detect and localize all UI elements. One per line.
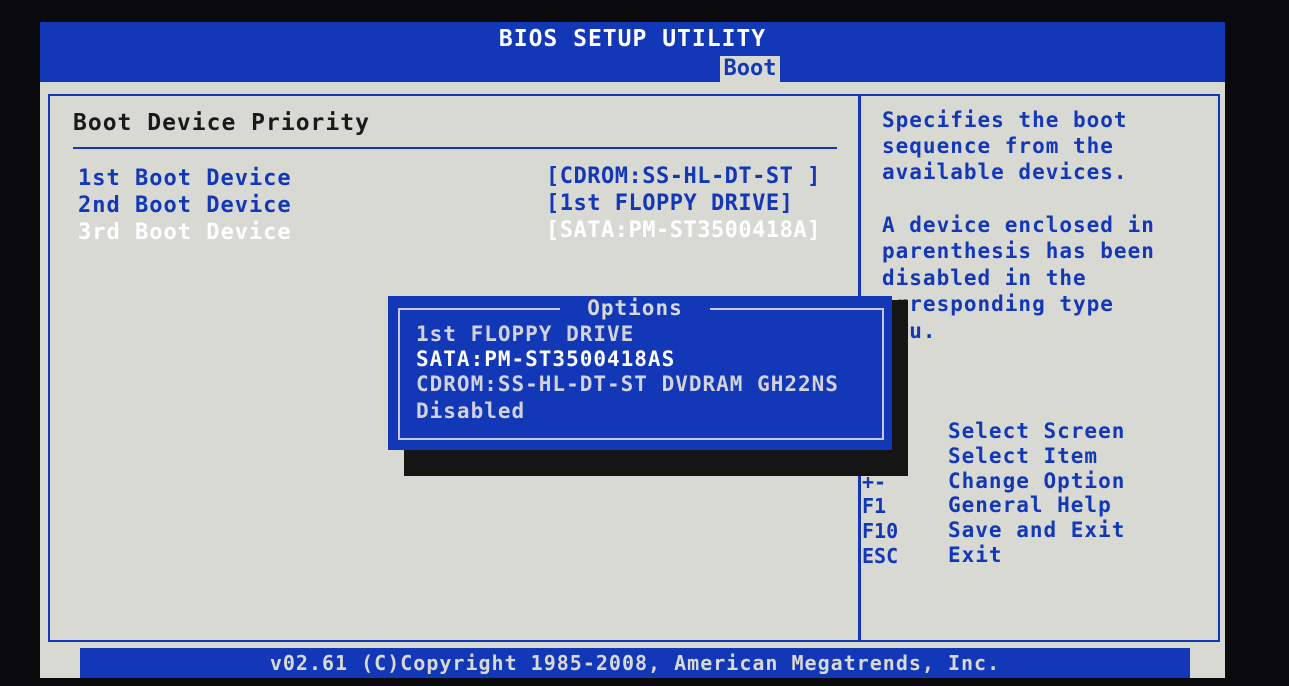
help-text-line: A device enclosed in [882, 213, 1155, 237]
key-description: Select Item [948, 444, 1099, 468]
help-text-line: sequence from the [882, 134, 1114, 158]
help-text-line: available devices. [882, 160, 1128, 184]
boot-device-3-label[interactable]: 3rd Boot Device [78, 220, 292, 245]
boot-device-3-value[interactable]: [SATA:PM-ST3500418A] [546, 218, 821, 243]
key-label: F10 [862, 519, 899, 543]
boot-device-2-value[interactable]: [1st FLOPPY DRIVE] [546, 191, 793, 216]
key-description: General Help [948, 493, 1112, 517]
boot-device-1-value[interactable]: [CDROM:SS-HL-DT-ST ] [546, 164, 821, 189]
option-item-selected[interactable]: SATA:PM-ST3500418AS [416, 347, 675, 371]
option-item[interactable]: Disabled [416, 399, 525, 423]
key-description: Change Option [948, 469, 1126, 493]
boot-device-1-label[interactable]: 1st Boot Device [78, 166, 292, 191]
key-description: Select Screen [948, 419, 1126, 443]
tab-boot[interactable]: Boot [720, 56, 780, 82]
key-label: F1 [862, 494, 887, 518]
key-description: Save and Exit [948, 518, 1126, 542]
help-text-line: disabled in the [882, 266, 1087, 290]
key-description: Exit [948, 543, 1003, 567]
popup-title: Options [587, 296, 683, 320]
help-text-line: parenthesis has been [882, 239, 1155, 263]
tab-bar: Boot [40, 56, 1225, 82]
section-title: Boot Device Priority [73, 110, 370, 136]
help-text-line: orresponding type [882, 292, 1114, 316]
key-label: ESC [862, 544, 899, 568]
option-item[interactable]: CDROM:SS-HL-DT-ST DVDRAM GH22NS [416, 372, 839, 396]
boot-device-2-label[interactable]: 2nd Boot Device [78, 193, 292, 218]
option-item[interactable]: 1st FLOPPY DRIVE [416, 322, 634, 346]
copyright-footer: v02.61 (C)Copyright 1985-2008, American … [80, 648, 1190, 678]
section-divider [73, 147, 837, 149]
help-text-line: Specifies the boot [882, 108, 1128, 132]
bios-title: BIOS SETUP UTILITY [40, 22, 1225, 56]
